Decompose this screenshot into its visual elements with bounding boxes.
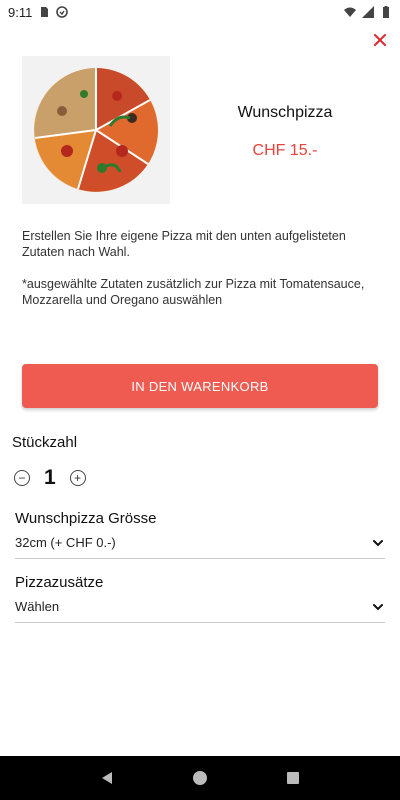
size-option: Wunschpizza Grösse 32cm (+ CHF 0.-): [15, 510, 385, 559]
size-select-value: 32cm (+ CHF 0.-): [15, 535, 116, 550]
back-nav-button[interactable]: [93, 764, 121, 792]
chevron-down-icon: [373, 603, 383, 610]
plus-icon: +: [74, 471, 82, 485]
product-description: Erstellen Sie Ihre eigene Pizza mit den …: [22, 228, 382, 324]
extras-select-value: Wählen: [15, 599, 60, 614]
signal-icon: [362, 6, 374, 18]
status-bar: 9:11: [0, 0, 400, 24]
extras-option-title: Pizzazusätze: [15, 574, 104, 591]
sd-card-icon: [41, 7, 49, 17]
pizza-image: [34, 68, 158, 192]
chevron-down-icon: [373, 539, 383, 546]
home-circle-icon: [192, 771, 207, 785]
description-note: *ausgewählte Zutaten zusätzlich zur Pizz…: [22, 277, 365, 307]
product-price: CHF 15.-: [252, 142, 318, 159]
status-right: [344, 6, 392, 18]
quantity-value: 1: [44, 466, 56, 489]
close-icon: [374, 34, 386, 46]
close-button[interactable]: [368, 28, 392, 52]
quantity-label: Stückzahl: [12, 434, 78, 451]
quantity-stepper: − 1 +: [14, 466, 86, 490]
back-triangle-icon: [101, 772, 112, 784]
size-select[interactable]: 32cm (+ CHF 0.-): [15, 535, 385, 559]
recents-square-icon: [287, 772, 300, 784]
battery-icon: [383, 6, 389, 18]
sync-icon: [56, 6, 69, 18]
status-time: 9:11: [8, 4, 33, 20]
home-nav-button[interactable]: [186, 764, 214, 792]
navigation-bar: [0, 756, 400, 800]
decrement-button[interactable]: −: [14, 470, 30, 486]
recents-nav-button[interactable]: [279, 764, 307, 792]
minus-icon: −: [18, 471, 26, 485]
wifi-icon: [344, 7, 356, 17]
product-title: Wunschpizza: [237, 104, 333, 121]
product-image: [22, 56, 170, 204]
extras-select[interactable]: Wählen: [15, 599, 385, 623]
extras-option: Pizzazusätze Wählen: [15, 574, 385, 623]
description-text: Erstellen Sie Ihre eigene Pizza mit den …: [22, 229, 346, 259]
add-to-cart-button[interactable]: IN DEN WARENKORB: [22, 364, 378, 408]
increment-button[interactable]: +: [69, 470, 86, 486]
size-option-title: Wunschpizza Grösse: [15, 510, 157, 527]
status-left: 9:11: [8, 4, 69, 20]
